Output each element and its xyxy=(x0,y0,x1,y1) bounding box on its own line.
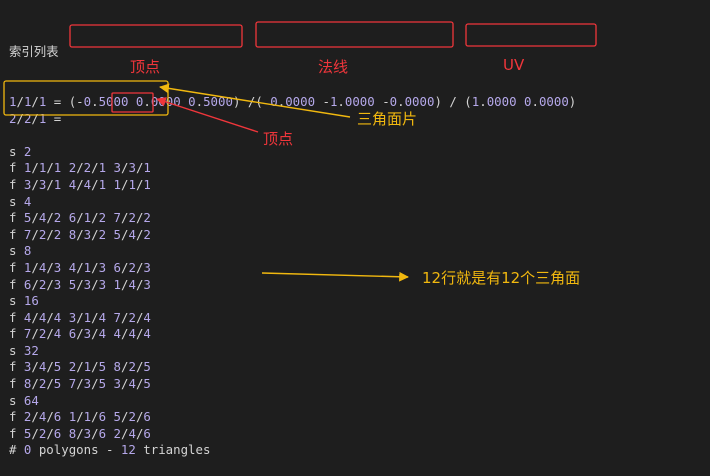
normal-highlight-box xyxy=(255,21,454,48)
position-highlight-box xyxy=(69,24,243,48)
code-line: f 2/4/6 1/1/6 5/2/6 xyxy=(9,409,151,425)
uv-highlight-box xyxy=(465,23,597,47)
triangle-patch-box xyxy=(3,80,169,116)
vertex-arrow xyxy=(156,97,259,133)
annotation-overlay xyxy=(3,21,597,282)
vertex-label-top: 顶点 xyxy=(130,58,161,76)
row-note-arrow xyxy=(261,271,409,282)
vertex-label-mid: 顶点 xyxy=(263,130,294,148)
normal-label: 法线 xyxy=(318,58,349,76)
code-line: f 5/2/6 8/3/6 2/4/6 xyxy=(9,425,151,441)
triangle-patch-label: 三角面片 xyxy=(357,110,418,128)
code-line: # 0 polygons - 12 triangles xyxy=(9,442,211,458)
uv-label: UV xyxy=(503,56,525,74)
row-note-label: 12行就是有12个三角面 xyxy=(422,269,581,287)
vertex-highlight-box xyxy=(111,92,154,113)
triangle-patch-arrow xyxy=(159,83,351,118)
